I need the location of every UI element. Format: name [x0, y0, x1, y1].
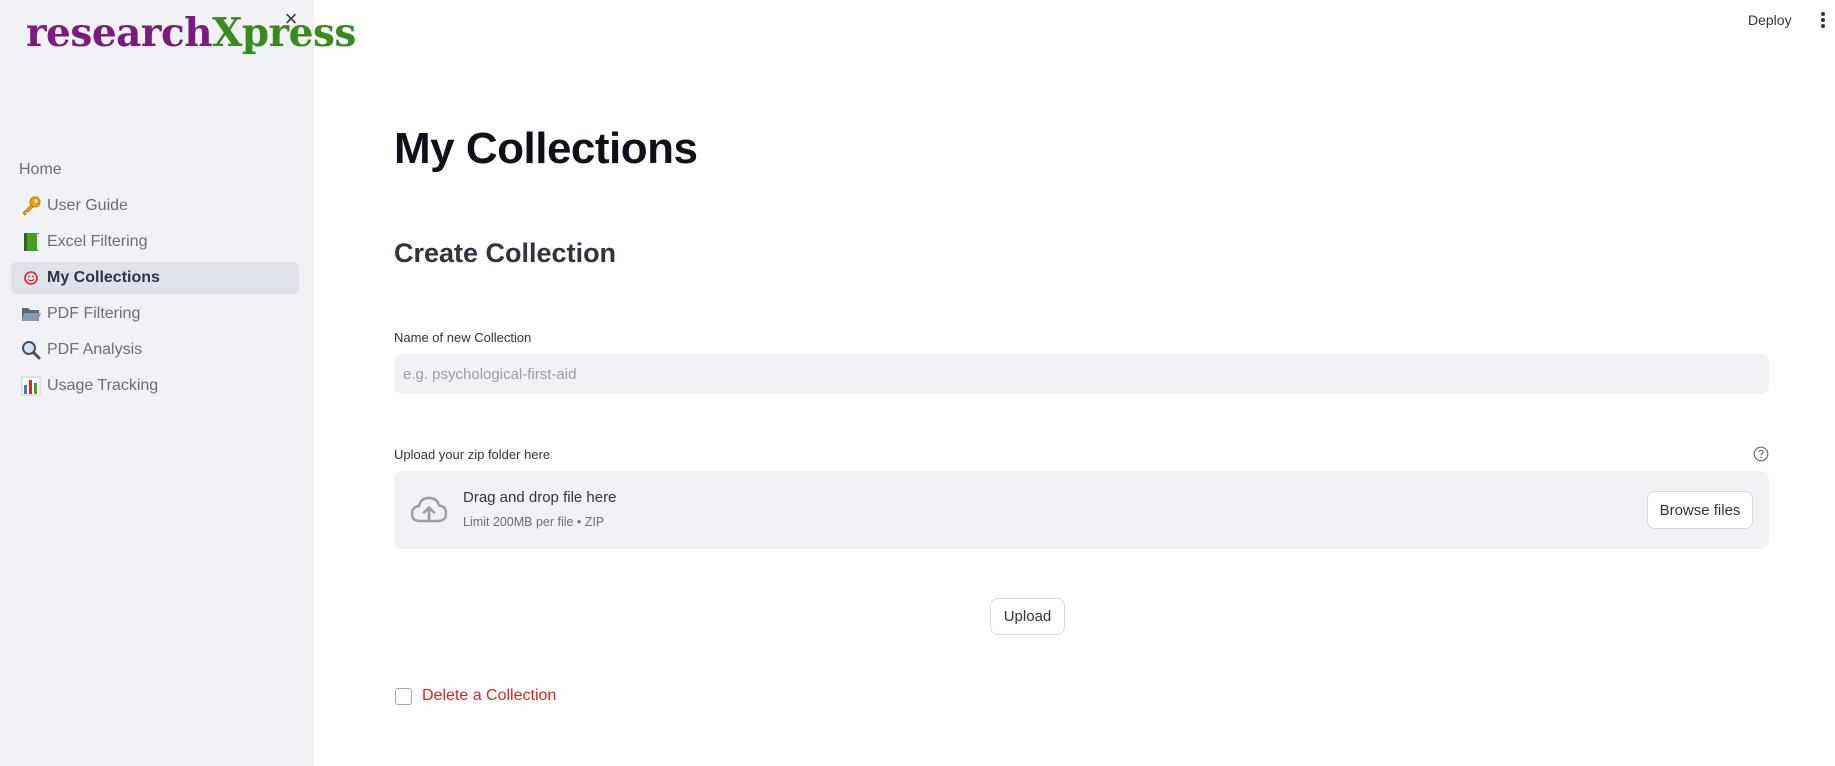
cloud-upload-icon [409, 493, 449, 527]
sidebar: researchXpress × Home User Guide Excel F… [0, 0, 356, 766]
sidebar-item-label: Usage Tracking [47, 377, 159, 394]
sidebar-item-my-collections[interactable]: My Collections [11, 262, 299, 294]
sidebar-item-user-guide[interactable]: User Guide [11, 190, 299, 222]
help-icon[interactable] [1753, 446, 1769, 462]
section-title: Create Collection [394, 238, 617, 268]
upload-button[interactable]: Upload [990, 598, 1065, 635]
magnifier-icon [19, 339, 43, 361]
collection-name-label: Name of new Collection [394, 330, 532, 345]
sidebar-item-label: My Collections [47, 269, 160, 286]
app-logo: researchXpress [26, 10, 356, 56]
sidebar-item-excel-filtering[interactable]: Excel Filtering [11, 226, 299, 258]
green-book-icon [19, 231, 43, 253]
sidebar-item-label: PDF Analysis [47, 341, 143, 358]
browse-files-button[interactable]: Browse files [1647, 491, 1753, 529]
open-folder-icon [19, 303, 43, 325]
sidebar-item-pdf-analysis[interactable]: PDF Analysis [11, 334, 299, 366]
sidebar-nav: Home User Guide Excel Filtering My Colle… [11, 154, 299, 406]
page-title: My Collections [394, 124, 698, 173]
logo-text-research: research [26, 10, 213, 56]
bar-chart-icon [19, 375, 43, 397]
sidebar-item-label: User Guide [47, 197, 128, 214]
sidebar-item-home[interactable]: Home [11, 154, 299, 186]
upload-label: Upload your zip folder here [394, 447, 551, 462]
dropzone-limit-text: Limit 200MB per file • ZIP [463, 515, 605, 529]
sidebar-item-usage-tracking[interactable]: Usage Tracking [11, 370, 299, 402]
close-sidebar-icon[interactable]: × [280, 8, 302, 30]
dropzone-title: Drag and drop file here [463, 489, 617, 506]
sidebar-item-label: PDF Filtering [47, 305, 141, 322]
smiley-icon [19, 267, 43, 289]
sidebar-item-label: Home [19, 161, 62, 178]
key-icon [19, 195, 43, 217]
delete-collection-label[interactable]: Delete a Collection [422, 687, 556, 705]
main-menu-icon[interactable] [1818, 12, 1828, 32]
file-dropzone[interactable]: Drag and drop file here Limit 200MB per … [394, 471, 1769, 549]
sidebar-item-label: Excel Filtering [47, 233, 148, 250]
deploy-button[interactable]: Deploy [1748, 12, 1792, 28]
sidebar-item-pdf-filtering[interactable]: PDF Filtering [11, 298, 299, 330]
delete-collection-checkbox[interactable] [395, 688, 412, 705]
collection-name-input[interactable] [394, 354, 1769, 394]
